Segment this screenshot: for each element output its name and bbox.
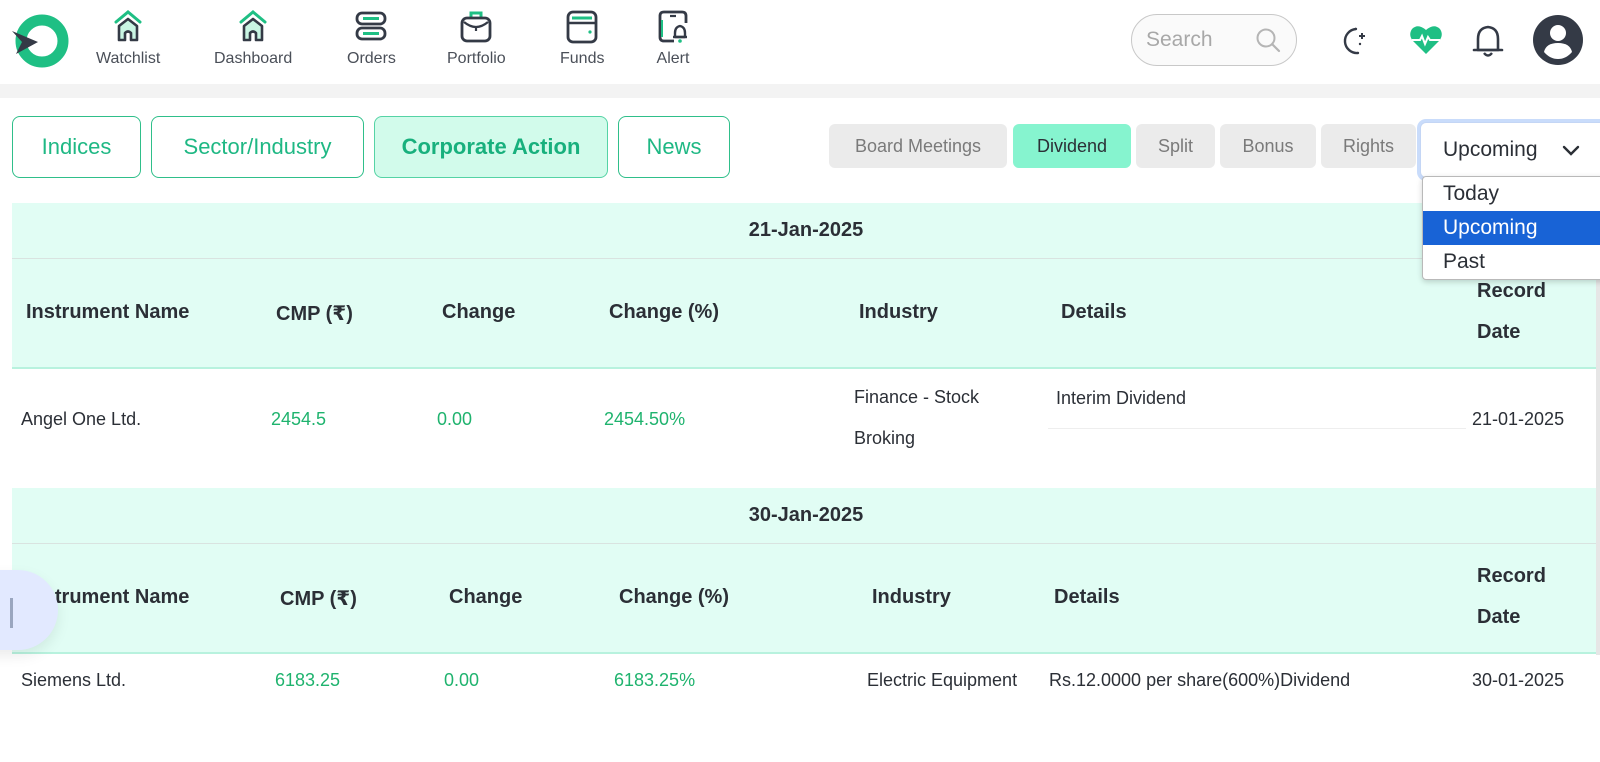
table-row[interactable]: Siemens Ltd. 6183.25 0.00 6183.25% Elect…	[12, 654, 1600, 694]
option-upcoming[interactable]: Upcoming	[1423, 211, 1600, 245]
search-box[interactable]	[1131, 14, 1297, 66]
subtab-rights[interactable]: Rights	[1321, 124, 1416, 168]
phone-bell-icon	[658, 10, 688, 43]
tab-indices[interactable]: Indices	[12, 116, 141, 178]
change-pct-value: 6183.25%	[614, 670, 696, 690]
orders-icon	[356, 11, 387, 41]
col-industry[interactable]: Industry	[859, 301, 938, 324]
change-value: 0.00	[437, 409, 473, 429]
chevron-down-icon	[1562, 145, 1580, 156]
home-icon	[114, 10, 142, 42]
nav-alert[interactable]: Alert	[654, 8, 692, 68]
subtab-board-meetings[interactable]: Board Meetings	[829, 124, 1007, 168]
top-navbar: Watchlist Dashboard Orders Portfolio Fun…	[0, 0, 1600, 84]
col-cmp[interactable]: CMP (₹)	[280, 586, 357, 611]
col-change[interactable]: Change	[442, 301, 515, 324]
col-cmp[interactable]: CMP (₹)	[276, 301, 353, 326]
record-date-value: 30-01-2025	[1472, 670, 1565, 690]
tab-corporate-action[interactable]: Corporate Action	[374, 116, 608, 178]
nav-portfolio-label: Portfolio	[447, 50, 506, 67]
moon-stars-icon[interactable]	[1336, 24, 1370, 58]
change-pct-value: 2454.50%	[604, 409, 686, 429]
col-record-date[interactable]: Record Date	[1477, 556, 1546, 638]
col-instrument-name[interactable]: Instrument Name	[26, 301, 189, 324]
col-details[interactable]: Details	[1054, 586, 1120, 609]
col-record-label: Record	[1477, 565, 1546, 587]
search-icon[interactable]	[1254, 26, 1282, 54]
period-dropdown: Today Upcoming Past	[1422, 176, 1600, 280]
nav-portfolio[interactable]: Portfolio	[447, 8, 506, 68]
col-change-pct[interactable]: Change (%)	[609, 301, 719, 324]
industry-value: Electric Equipment	[867, 670, 1018, 690]
navbar-divider	[0, 84, 1600, 98]
details-value: Interim Dividend	[1056, 388, 1187, 408]
instrument-name[interactable]: Angel One Ltd.	[21, 409, 141, 430]
details-value: Rs.12.0000 per share(600%)Dividend	[1049, 670, 1351, 690]
nav-dashboard[interactable]: Dashboard	[214, 8, 292, 68]
col-record-date[interactable]: Record Date	[1477, 271, 1546, 353]
tab-sector-industry[interactable]: Sector/Industry	[151, 116, 364, 178]
app-logo-icon[interactable]	[10, 12, 70, 70]
subtab-split[interactable]: Split	[1136, 124, 1215, 168]
cmp-value: 2454.5	[271, 409, 327, 429]
bell-icon[interactable]	[1470, 22, 1506, 60]
nav-watchlist[interactable]: Watchlist	[96, 8, 160, 68]
heart-pulse-icon[interactable]	[1408, 22, 1444, 58]
col-record-label: Record	[1477, 280, 1546, 302]
subtab-dividend[interactable]: Dividend	[1013, 124, 1131, 168]
option-past[interactable]: Past	[1423, 245, 1600, 279]
col-change-pct[interactable]: Change (%)	[619, 586, 729, 609]
table-header: Instrument Name CMP (₹) Change Change (%…	[12, 544, 1600, 654]
nav-orders-label: Orders	[347, 50, 396, 67]
nav-dashboard-label: Dashboard	[214, 50, 293, 67]
period-select-value: Upcoming	[1443, 138, 1538, 161]
industry-line-1: Finance - Stock	[854, 387, 980, 407]
change-value: 0.00	[444, 670, 480, 690]
option-today[interactable]: Today	[1423, 177, 1600, 211]
period-select[interactable]: Upcoming	[1420, 122, 1600, 178]
col-industry[interactable]: Industry	[872, 586, 951, 609]
subtab-bonus[interactable]: Bonus	[1220, 124, 1316, 168]
industry-line-2: Broking	[854, 428, 916, 448]
cmp-value: 6183.25	[275, 670, 341, 690]
col-details[interactable]: Details	[1061, 301, 1127, 324]
home-icon	[239, 10, 267, 42]
search-input[interactable]	[1146, 28, 1246, 52]
col-date-label: Date	[1477, 606, 1521, 628]
col-date-label: Date	[1477, 321, 1521, 343]
record-date-value: 21-01-2025	[1472, 409, 1565, 429]
nav-funds[interactable]: Funds	[560, 8, 604, 68]
table-header: Instrument Name CMP (₹) Change Change (%…	[12, 259, 1600, 369]
wallet-icon	[566, 10, 598, 44]
col-change[interactable]: Change	[449, 586, 522, 609]
instrument-name[interactable]: Siemens Ltd.	[21, 670, 126, 691]
tab-news[interactable]: News	[618, 116, 730, 178]
dividend-group: 30-Jan-2025 Instrument Name CMP (₹) Chan…	[12, 488, 1600, 694]
briefcase-icon	[460, 11, 492, 43]
nav-watchlist-label: Watchlist	[96, 50, 161, 67]
drawer-handle-bar	[10, 598, 13, 628]
nav-funds-label: Funds	[560, 50, 605, 67]
details-divider	[1048, 428, 1466, 429]
nav-orders[interactable]: Orders	[347, 8, 396, 68]
industry-value: Finance - Stock Broking	[854, 377, 979, 459]
group-date: 21-Jan-2025	[12, 203, 1600, 259]
group-date: 30-Jan-2025	[12, 488, 1600, 544]
table-row[interactable]: Angel One Ltd. 2454.5 0.00 2454.50% Fina…	[12, 369, 1600, 469]
dividend-group: 21-Jan-2025 Instrument Name CMP (₹) Chan…	[12, 203, 1600, 469]
user-avatar-icon[interactable]	[1532, 14, 1584, 66]
nav-alert-label: Alert	[656, 50, 690, 67]
